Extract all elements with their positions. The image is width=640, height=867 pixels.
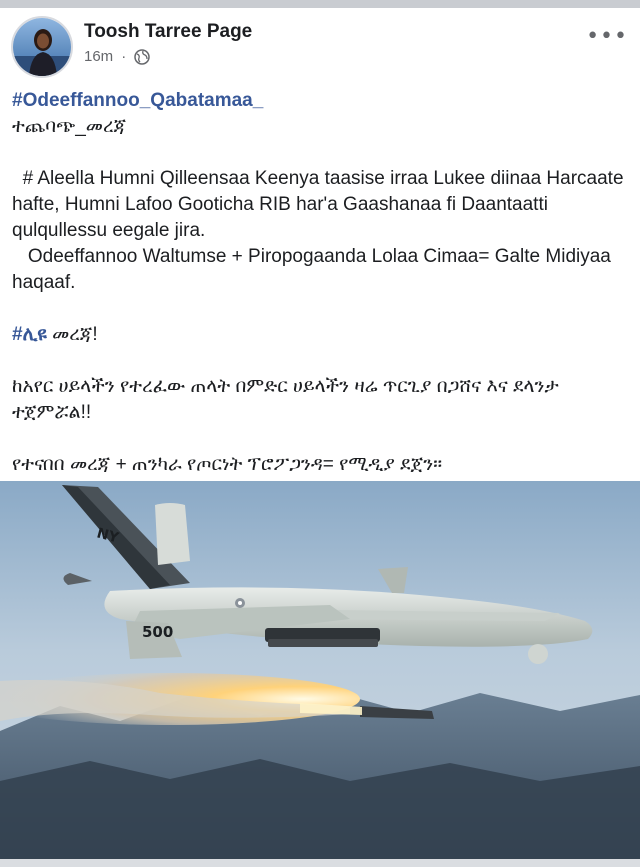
feed-separator-bottom <box>0 859 640 867</box>
more-options-icon[interactable]: ••• <box>586 26 628 48</box>
hashtag-amharic-link[interactable]: #ሊዩ <box>12 324 47 345</box>
post-header: Toosh Tarree Page 16m · ••• <box>0 8 640 84</box>
post-paragraph-2: Odeeffannoo Waltumse + Piropogaanda Lola… <box>12 246 617 293</box>
globe-icon <box>134 48 150 65</box>
post-meta: 16m · <box>84 48 150 65</box>
hashtag-amharic-rest: መረጃ! <box>46 324 98 345</box>
post-body: #Odeeffannoo_Qabatamaa_ ተጨባጭ_መረጃ # Aleel… <box>12 88 624 478</box>
post-photo[interactable]: NY 500 <box>0 481 640 859</box>
post-timestamp[interactable]: 16m <box>84 48 113 65</box>
page-name[interactable]: Toosh Tarree Page <box>84 21 252 43</box>
post-paragraph-4: የተናበበ መረጃ + ጠንካራ የጦርነት ፕሮፖጋንዳ= የሚዲያ ደጀን። <box>12 454 443 475</box>
post-paragraph-3: ከአየር ሀይላችን የተረፈው ጠላት በምድር ሀይላችን ዛሬ ጥርጊያ … <box>12 376 564 423</box>
feed-separator-top <box>0 0 640 8</box>
post-paragraph-1: # Aleella Humni Qilleensaa Keenya taasis… <box>12 168 629 241</box>
meta-separator: · <box>121 48 127 65</box>
post-line-tag: ተጨባጭ_መረጃ <box>12 116 127 137</box>
drone-tail-number: 500 <box>142 623 173 641</box>
page-avatar[interactable] <box>11 16 73 78</box>
hashtag-link[interactable]: #Odeeffannoo_Qabatamaa_ <box>12 90 263 111</box>
